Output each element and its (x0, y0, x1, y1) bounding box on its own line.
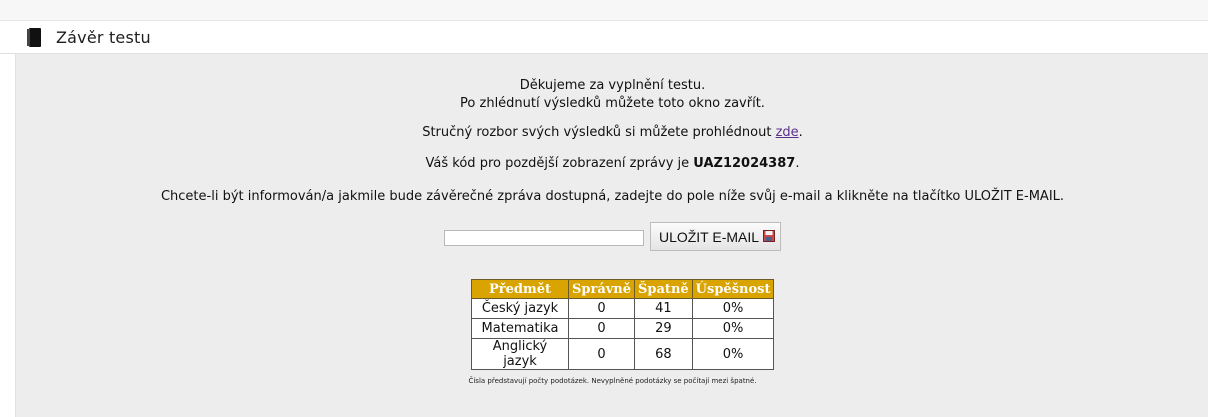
subject-cell: Anglický jazyk (471, 338, 569, 370)
section-header: Závěr testu (0, 21, 1208, 54)
footnote: Čísla představují počty podotázek. Nevyp… (468, 377, 757, 385)
wrong-cell: 29 (634, 318, 693, 339)
thanks-text: Děkujeme za vyplnění testu. (519, 78, 706, 93)
success-cell: 0% (691, 338, 775, 370)
report-code: UAZ12024387 (693, 156, 796, 171)
wrong-cell: 68 (634, 338, 693, 370)
email-prompt: Chcete-li být informován/a jakmile bude … (160, 189, 1065, 204)
table-row: Český jazyk 0 41 0% (471, 298, 775, 319)
floppy-disk-icon (763, 229, 776, 245)
success-cell: 0% (691, 298, 775, 319)
table-header-row: Předmět Správně Špatně Úspěšnost (471, 279, 775, 299)
column-header: Špatně (634, 279, 693, 299)
wrong-cell: 41 (634, 298, 693, 319)
book-icon (27, 27, 41, 47)
content-panel: Děkujeme za vyplnění testu. Po zhlédnutí… (15, 54, 1208, 417)
save-email-button[interactable]: ULOŽIT E-MAIL (649, 222, 782, 251)
email-field[interactable] (443, 229, 644, 246)
results-table: Předmět Správně Špatně Úspěšnost Český j… (471, 279, 775, 370)
analysis-link[interactable]: zde (776, 125, 799, 140)
code-period: . (795, 156, 800, 171)
analysis-line: Stručný rozbor svých výsledků si můžete … (16, 124, 1208, 141)
column-header: Úspěšnost (691, 279, 775, 299)
correct-cell: 0 (567, 318, 636, 339)
correct-cell: 0 (567, 338, 636, 370)
top-strip (0, 0, 1208, 21)
table-row: Matematika 0 29 0% (471, 318, 775, 339)
analysis-period: . (798, 125, 803, 140)
subject-cell: Český jazyk (471, 298, 569, 319)
success-cell: 0% (691, 318, 775, 339)
close-window-text: Po zhlédnutí výsledků můžete toto okno z… (460, 96, 765, 111)
column-header: Předmět (471, 279, 569, 299)
code-text: Váš kód pro pozdější zobrazení zprávy je (425, 156, 694, 171)
email-form: ULOŽIT E-MAIL (16, 222, 1208, 251)
page-title: Závěr testu (56, 27, 151, 47)
code-line: Váš kód pro pozdější zobrazení zprávy je… (16, 155, 1208, 172)
save-email-label: ULOŽIT E-MAIL (658, 228, 760, 245)
column-header: Správně (567, 279, 636, 299)
subject-cell: Matematika (471, 318, 569, 339)
analysis-text: Stručný rozbor svých výsledků si můžete … (422, 125, 776, 140)
table-row: Anglický jazyk 0 68 0% (471, 338, 775, 370)
correct-cell: 0 (567, 298, 636, 319)
